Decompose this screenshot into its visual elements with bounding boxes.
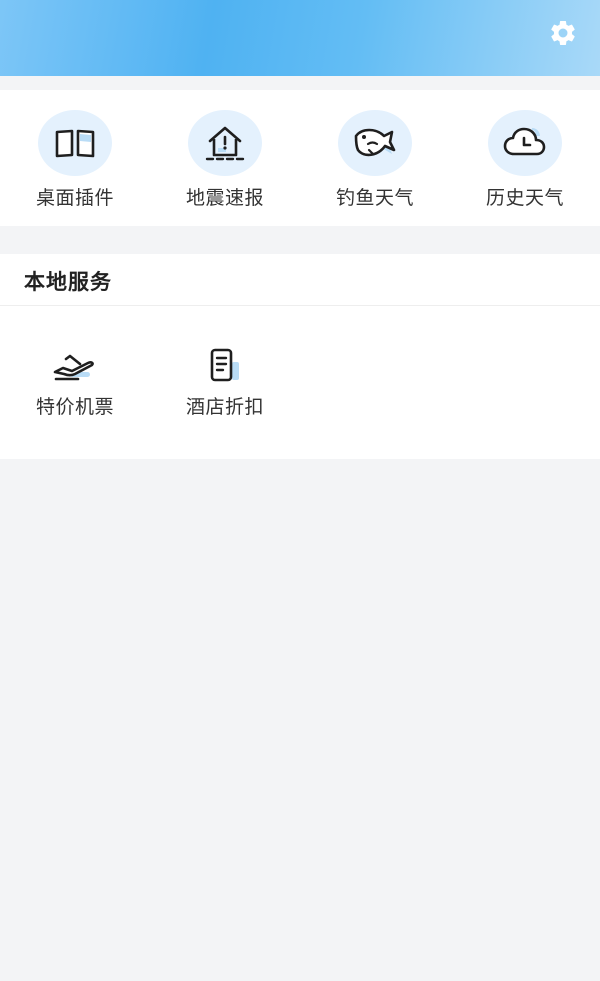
tool-icon-circle [488, 110, 562, 176]
tool-label: 钓鱼天气 [335, 187, 414, 209]
tool-label: 桌面插件 [35, 187, 114, 209]
house-alert-icon [205, 126, 245, 161]
settings-button[interactable] [546, 16, 580, 50]
tool-icon-circle [38, 110, 112, 176]
tool-label: 地震速报 [185, 187, 264, 209]
service-icon-wrap [47, 344, 103, 388]
cloud-clock-icon [503, 127, 546, 156]
service-flight-deals[interactable]: 特价机票 [0, 344, 150, 419]
tool-history-weather[interactable]: 历史天气 [450, 110, 600, 210]
divider [0, 305, 600, 306]
tool-label: 历史天气 [485, 187, 564, 209]
service-hotel-discount[interactable]: 酒店折扣 [150, 344, 300, 419]
fish-icon [354, 128, 396, 157]
tool-desktop-widget[interactable]: 桌面插件 [0, 110, 150, 210]
local-services-section: 本地服务 特价机票 酒店折扣 [0, 254, 600, 459]
header-gap [0, 76, 600, 90]
tool-earthquake-report[interactable]: 地震速报 [150, 110, 300, 210]
service-label: 特价机票 [35, 396, 114, 418]
service-icon-wrap [197, 344, 253, 388]
section-title: 本地服务 [24, 270, 112, 294]
tool-icon-circle [338, 110, 412, 176]
tool-icon-circle [188, 110, 262, 176]
service-label: 酒店折扣 [185, 396, 264, 418]
tool-fishing-weather[interactable]: 钓鱼天气 [300, 110, 450, 210]
book-icon [55, 129, 95, 158]
airplane-icon [53, 354, 94, 381]
gear-icon [551, 20, 575, 45]
header-banner [0, 0, 600, 76]
document-icon [210, 348, 239, 382]
tools-grid: 桌面插件 地震速报 钓鱼天气 历史天气 [0, 90, 600, 226]
